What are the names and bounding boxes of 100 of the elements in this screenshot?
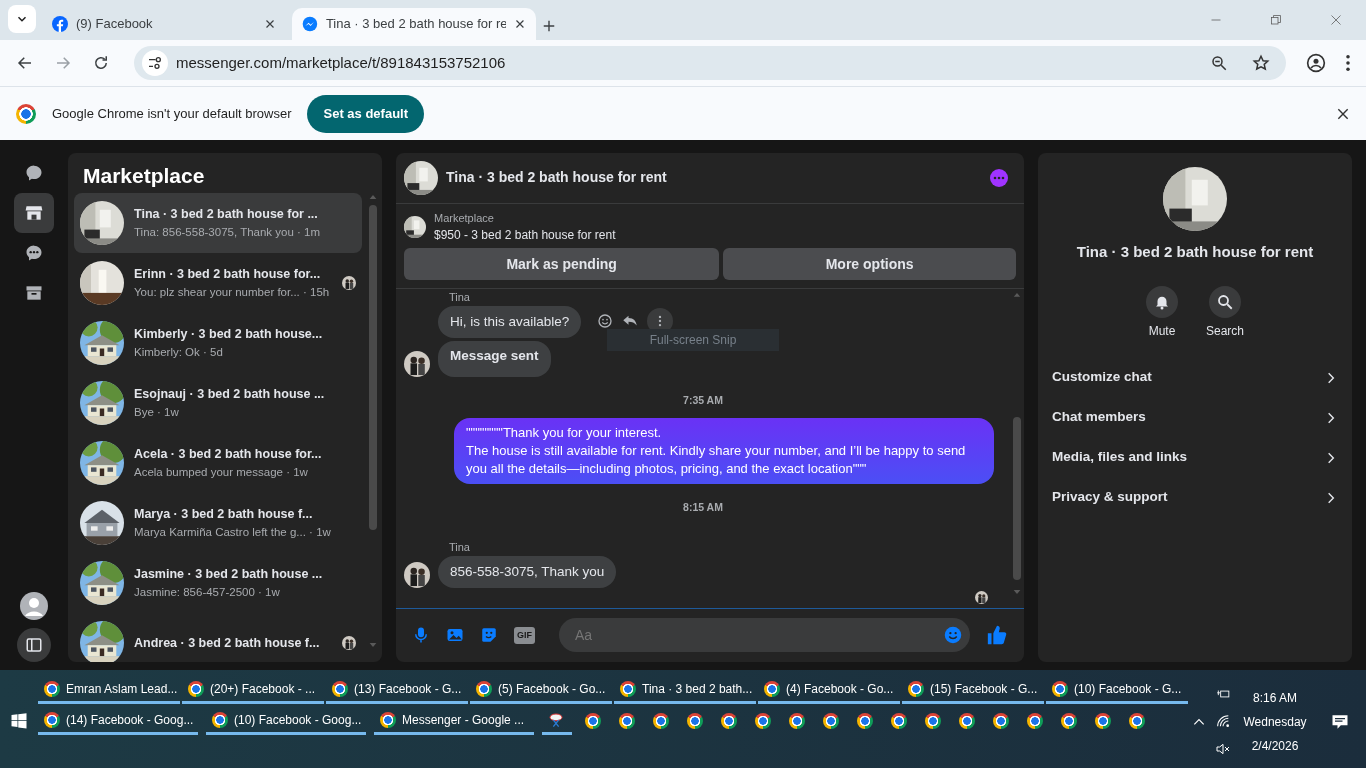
browser-icon — [721, 713, 737, 729]
close-icon — [264, 18, 276, 30]
emoji-icon — [597, 313, 614, 330]
muted-speaker-icon — [1215, 741, 1231, 757]
sidebar-toggle-button[interactable] — [17, 628, 51, 662]
browser-icon — [653, 713, 669, 729]
timestamp: 7:35 AM — [683, 394, 723, 407]
conversation-name: Erinn · 3 bed 2 bath house for... — [134, 266, 322, 283]
sender-name: Tina — [448, 541, 471, 554]
chrome-logo-icon — [16, 103, 36, 124]
browser-icon — [1129, 713, 1145, 729]
conversation-preview: Jasmine: 856-457-2500 · 1w — [134, 584, 281, 600]
taskbar-item[interactable]: (5) Facebook - Go... — [470, 676, 612, 704]
new-tab-icon — [542, 18, 556, 33]
taskbar-item[interactable]: Emran Aslam Lead... — [38, 676, 180, 704]
more-options-icon[interactable] — [990, 168, 1008, 187]
conversation-preview: Marya Karmiña Castro left the g... · 1w — [134, 524, 332, 540]
gif-button[interactable]: GIF — [514, 626, 535, 645]
microphone-icon — [412, 626, 430, 645]
windows-icon — [10, 712, 28, 730]
conversation-preview: Acela bumped your message · 1w — [134, 464, 309, 480]
set-default-button[interactable]: Set as default — [307, 94, 424, 133]
taskbar-item[interactable]: (10) Facebook - Goog... — [206, 707, 366, 735]
mark-pending-button[interactable]: Mark as pending — [404, 248, 720, 281]
message-input[interactable]: Aa — [559, 618, 970, 653]
taskbar-item[interactable]: (20+) Facebook - ... — [182, 676, 324, 704]
incoming-message: 856-558-3075, Thank you — [438, 556, 617, 589]
browser-icon — [332, 680, 348, 697]
conversation-item[interactable]: Kimberly · 3 bed 2 bath house... Kimberly: Ok · 5d — [74, 313, 362, 373]
listing-source: Marketplace — [434, 210, 495, 226]
close-icon — [1336, 107, 1350, 122]
scrollbar[interactable] — [1013, 416, 1021, 580]
chat-title: Tina · 3 bed 2 bath house for rent — [446, 168, 667, 188]
browser-icon — [1027, 713, 1043, 729]
conversation-preview: Kimberly: Ok · 5d — [134, 344, 224, 360]
incoming-message: Hi, is this available? — [438, 306, 582, 339]
browser-tab[interactable]: Tina · 3 bed 2 bath house for re — [292, 8, 536, 40]
taskbar-item[interactable]: (4) Facebook - Go... — [758, 676, 900, 704]
taskbar-item[interactable]: (10) Facebook - G... — [1046, 676, 1188, 704]
conversation-item[interactable]: Andrea · 3 bed 2 bath house f... — [74, 613, 362, 662]
menu-item[interactable]: Privacy & support — [1038, 477, 1352, 518]
sender-name: Tina — [448, 291, 471, 304]
menu-icon[interactable] — [1346, 55, 1350, 71]
tooltip: Full-screen Snip — [607, 329, 779, 352]
conversation-item[interactable]: Marya · 3 bed 2 bath house f... Marya Karmiña Castro left the g... · 1w — [74, 493, 362, 553]
conversation-item[interactable]: Jasmine · 3 bed 2 bath house ... Jasmine: 856-457-2500 · 1w — [74, 553, 362, 613]
panel-title: Marketplace — [82, 163, 206, 189]
scrollbar[interactable] — [369, 205, 377, 530]
incoming-message: Message sent — [438, 341, 551, 378]
sidebar-icon — [25, 636, 43, 654]
browser-icon — [789, 713, 805, 729]
taskbar-item[interactable]: (13) Facebook - G... — [326, 676, 468, 704]
archive-icon — [24, 283, 44, 303]
conversation-preview: You: plz shear your number for... · 15h — [134, 284, 331, 300]
browser-icon — [857, 713, 873, 729]
conversation-name: Esojnauj · 3 bed 2 bath house ... — [134, 386, 326, 403]
emoji-icon — [944, 626, 962, 645]
conversation-preview: Tina: 856-558-3075, Thank you · 1m — [134, 224, 322, 240]
conversation-name: Jasmine · 3 bed 2 bath house ... — [134, 566, 324, 583]
conversation-item[interactable]: Esojnauj · 3 bed 2 bath house ... Bye · 1w — [74, 373, 362, 433]
messenger-icon — [302, 16, 318, 32]
menu-item[interactable]: Chat members — [1038, 397, 1352, 438]
timestamp: 8:15 AM — [683, 501, 723, 514]
taskbar-item[interactable]: (14) Facebook - Goog... — [38, 707, 198, 735]
taskbar-item[interactable]: Messenger - Google ... — [374, 707, 534, 735]
browser-icon — [44, 680, 60, 697]
browser-icon — [380, 711, 396, 728]
taskbar-item[interactable]: Tina · 3 bed 2 bath... — [614, 676, 756, 704]
browser-icon — [188, 680, 204, 697]
browser-icon — [620, 680, 636, 697]
clock-day: Wednesday — [1243, 713, 1307, 731]
conversation-name: Tina · 3 bed 2 bath house for ... — [134, 206, 319, 223]
profile-avatar-icon[interactable] — [20, 592, 48, 620]
browser-icon — [908, 680, 924, 697]
zoom-icon — [1210, 54, 1228, 72]
clock-time: 8:16 AM — [1253, 690, 1297, 707]
menu-item[interactable]: Media, files and links — [1038, 437, 1352, 478]
browser-icon — [755, 713, 771, 729]
like-icon — [986, 624, 1008, 647]
infobar-message: Google Chrome isn't your default browser — [52, 104, 292, 123]
store-icon — [24, 203, 44, 223]
conversation-item[interactable]: Acela · 3 bed 2 bath house for... Acela bumped your message · 1w — [74, 433, 362, 493]
conversation-name: Andrea · 3 bed 2 bath house f... — [134, 634, 321, 652]
conversation-item[interactable]: Tina · 3 bed 2 bath house for ... Tina: 856-558-3075, Thank you · 1m — [74, 193, 362, 253]
snipping-tool-icon — [548, 711, 564, 728]
browser-icon — [44, 711, 60, 728]
scroll-up-icon — [368, 193, 378, 201]
browser-tab[interactable]: (9) Facebook — [42, 8, 286, 40]
more-options-button[interactable]: More options — [723, 248, 1016, 281]
sidebar-item[interactable] — [14, 193, 54, 233]
facebook-icon — [52, 16, 68, 32]
scroll-down-icon — [368, 640, 378, 649]
menu-item[interactable]: Customize chat — [1038, 357, 1352, 398]
conversation-item[interactable]: Erinn · 3 bed 2 bath house for... You: plz shear your number for... · 15h — [74, 253, 362, 313]
search-icon — [1216, 292, 1234, 311]
listing-title: $950 - 3 bed 2 bath house for rent — [434, 227, 616, 245]
address-bar[interactable]: messenger.com/marketplace/t/891843153752106 — [134, 46, 1286, 80]
reload-icon — [92, 54, 110, 72]
browser-icon — [687, 713, 703, 729]
taskbar-item[interactable]: (15) Facebook - G... — [902, 676, 1044, 704]
